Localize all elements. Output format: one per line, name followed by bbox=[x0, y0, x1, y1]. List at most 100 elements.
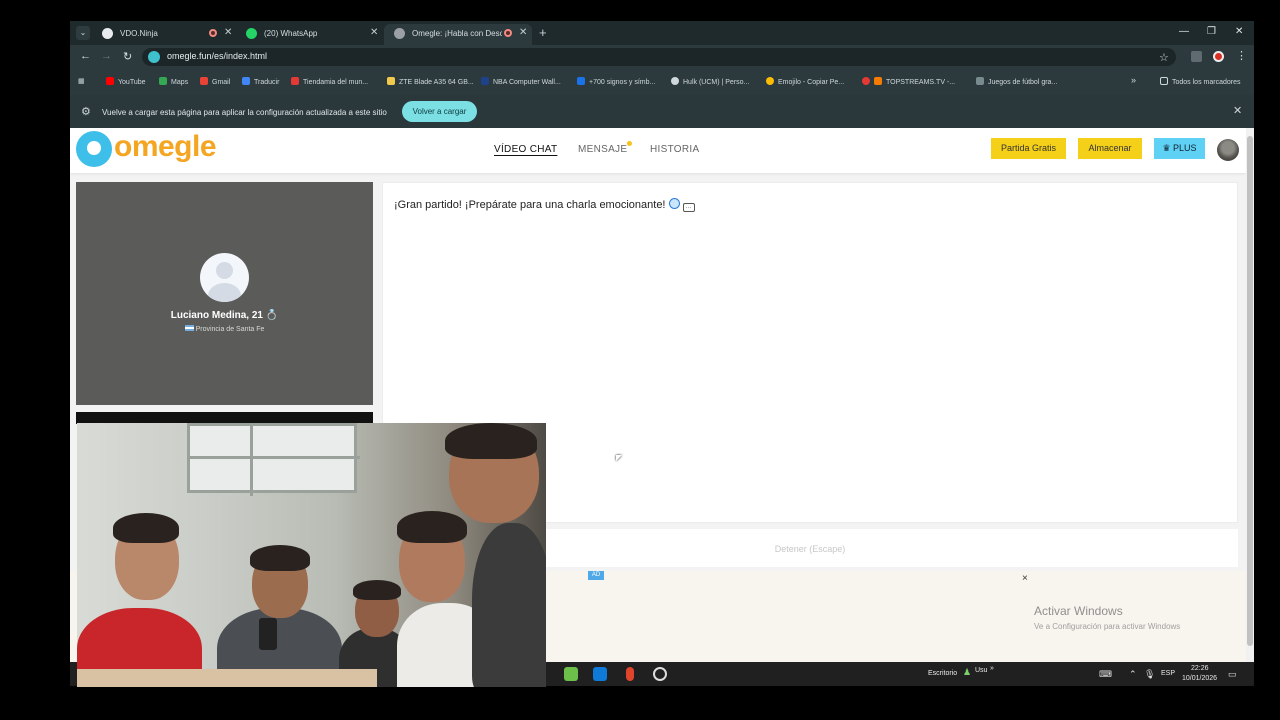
omegle-logo-icon[interactable] bbox=[76, 131, 112, 167]
bookmark-hulk[interactable]: Hulk (UCM) | Perso... bbox=[671, 77, 749, 86]
partner-avatar-icon bbox=[200, 253, 249, 302]
bookmark-tiendamia[interactable]: Tiendamia del mun... bbox=[291, 77, 368, 86]
new-tab-icon[interactable]: + bbox=[539, 25, 547, 40]
microphone-icon[interactable]: 🎙 bbox=[1144, 669, 1155, 680]
bookmark-futbol[interactable]: Juegos de fútbol gra... bbox=[976, 77, 1057, 86]
site-info-icon[interactable] bbox=[148, 51, 160, 63]
close-tab-icon[interactable]: ✕ bbox=[519, 27, 527, 38]
notification-icon[interactable]: ▭ bbox=[1228, 669, 1237, 680]
nba-icon bbox=[481, 77, 489, 85]
reload-page-button[interactable]: Volver a cargar bbox=[402, 101, 477, 122]
bookmark-label: NBA Computer Wall... bbox=[493, 79, 561, 86]
browser-toolbar: ← → ↻ omegle.fun/es/index.html ☆ ⋮ bbox=[70, 45, 1254, 69]
tray-chevron-icon[interactable]: ⌃ bbox=[1129, 669, 1137, 680]
ad-badge: AD bbox=[588, 571, 604, 580]
chat-message: ¡Gran partido! ¡Prepárate para una charl… bbox=[394, 198, 695, 212]
language-indicator[interactable]: ESP bbox=[1161, 670, 1175, 677]
zte-icon bbox=[387, 77, 395, 85]
bookmark-star-icon[interactable]: ☆ bbox=[1159, 51, 1169, 64]
topstreams-logo-icon bbox=[874, 77, 882, 85]
forward-icon[interactable]: → bbox=[101, 50, 112, 62]
partner-location: Provincia de Santa Fe bbox=[76, 325, 373, 333]
extensions-icon[interactable] bbox=[1191, 51, 1202, 62]
back-icon[interactable]: ← bbox=[80, 50, 91, 62]
bookmark-emojilo[interactable]: Emojilo - Copiar Pe... bbox=[766, 77, 844, 86]
bookmark-nba[interactable]: NBA Computer Wall... bbox=[481, 77, 561, 86]
restore-icon[interactable]: ❐ bbox=[1207, 26, 1216, 37]
taskbar-obs-icon[interactable] bbox=[653, 667, 667, 681]
close-window-icon[interactable]: ✕ bbox=[1235, 26, 1243, 37]
user-toolbar-label[interactable]: Usu bbox=[975, 667, 987, 674]
nav-video-chat[interactable]: VÍDEO CHAT bbox=[494, 144, 557, 155]
bookmarks-bar: ▦ YouTube Maps Gmail Traducir Tiendamia … bbox=[70, 69, 1254, 95]
webcam-person-hair bbox=[445, 423, 537, 459]
scrollbar-thumb[interactable] bbox=[1247, 136, 1253, 646]
close-tab-icon[interactable]: ✕ bbox=[224, 27, 232, 38]
address-bar[interactable]: omegle.fun/es/index.html bbox=[142, 48, 1176, 66]
toolbar-overflow-icon[interactable]: » bbox=[990, 665, 994, 672]
tab-whatsapp[interactable]: (20) WhatsApp ✕ bbox=[236, 24, 382, 45]
bookmark-gmail[interactable]: Gmail bbox=[200, 77, 230, 86]
taskbar-mic-icon[interactable] bbox=[626, 667, 634, 681]
webcam-person-hair bbox=[397, 511, 467, 543]
hulk-icon bbox=[671, 77, 679, 85]
tab-title: (20) WhatsApp bbox=[264, 29, 318, 38]
bookmark-label: Gmail bbox=[212, 79, 231, 86]
reload-icon[interactable]: ↻ bbox=[123, 50, 132, 63]
close-tab-icon[interactable]: ✕ bbox=[370, 27, 378, 38]
plus-button[interactable]: ♛ PLUS bbox=[1154, 138, 1205, 159]
clock-time[interactable]: 22:26 bbox=[1191, 665, 1209, 672]
desktop-toolbar-label[interactable]: Escritorio bbox=[928, 670, 957, 677]
bookmark-label: +700 signos y símb... bbox=[589, 79, 656, 86]
argentina-flag-icon bbox=[184, 325, 194, 331]
menu-kebab-icon[interactable]: ⋮ bbox=[1236, 49, 1247, 62]
clock-date[interactable]: 10/01/2026 bbox=[1182, 675, 1217, 682]
speech-bubble-icon: … bbox=[682, 203, 695, 212]
bookmark-youtube[interactable]: YouTube bbox=[106, 77, 146, 86]
bookmarks-overflow-icon[interactable]: » bbox=[1131, 75, 1136, 85]
ad-close-icon[interactable]: × bbox=[1022, 573, 1028, 584]
bookmark-topstreams[interactable]: TOPSTREAMS.TV -... bbox=[862, 77, 955, 86]
webcam-person-hair bbox=[353, 580, 401, 600]
keyboard-icon[interactable]: ⌨ bbox=[1099, 669, 1112, 680]
whatsapp-favicon-icon bbox=[246, 28, 257, 39]
taskbar-store-icon[interactable] bbox=[593, 667, 607, 681]
page-scrollbar[interactable] bbox=[1246, 128, 1254, 662]
bookmark-signos[interactable]: +700 signos y símb... bbox=[577, 77, 655, 86]
webcam-person-hair bbox=[113, 513, 179, 543]
globe-favicon-icon bbox=[394, 28, 405, 39]
tab-omegle[interactable]: Omegle: ¡Habla con Descon ✕ bbox=[384, 24, 532, 45]
bookmark-label: Emojilo - Copiar Pe... bbox=[778, 79, 845, 86]
topstreams-icon bbox=[862, 77, 870, 85]
notification-dot bbox=[627, 141, 632, 146]
folder-icon bbox=[1160, 77, 1168, 85]
tab-vdo-ninja[interactable]: VDO.Ninja ✕ bbox=[92, 24, 234, 45]
apps-grid-icon[interactable]: ▦ bbox=[78, 77, 85, 85]
webcam-table bbox=[77, 669, 377, 687]
minimize-icon[interactable]: — bbox=[1179, 26, 1189, 37]
bookmark-maps[interactable]: Maps bbox=[159, 77, 188, 86]
infobar-close-icon[interactable]: ✕ bbox=[1233, 104, 1242, 117]
recording-icon bbox=[209, 29, 217, 37]
bookmark-zte[interactable]: ZTE Blade A35 64 GB... bbox=[387, 77, 474, 86]
partner-name: Luciano Medina, 21 💍 bbox=[76, 310, 373, 321]
maps-icon bbox=[159, 77, 167, 85]
profile-icon[interactable] bbox=[1213, 51, 1224, 62]
vdo-ninja-favicon-icon bbox=[102, 28, 113, 39]
free-match-button[interactable]: Partida Gratis bbox=[991, 138, 1066, 159]
activation-watermark-subtitle: Ve a Configuración para activar Windows bbox=[1034, 622, 1181, 631]
ring-icon: 💍 bbox=[265, 310, 279, 321]
nav-historia[interactable]: HISTORIA bbox=[650, 144, 699, 155]
bookmark-label: Maps bbox=[171, 79, 189, 86]
taskbar-app-icon[interactable] bbox=[564, 667, 578, 681]
store-button[interactable]: Almacenar bbox=[1078, 138, 1142, 159]
user-avatar[interactable] bbox=[1217, 139, 1239, 161]
omegle-logo-text[interactable]: omegle bbox=[114, 130, 217, 164]
tab-search-icon[interactable]: ⌄ bbox=[76, 26, 90, 40]
globe-emoji-icon bbox=[668, 198, 680, 209]
nav-mensaje[interactable]: MENSAJE bbox=[578, 144, 627, 155]
all-bookmarks[interactable]: Todos los marcadores bbox=[1160, 77, 1240, 86]
url-text[interactable]: omegle.fun/es/index.html bbox=[167, 51, 267, 61]
bookmark-traducir[interactable]: Traducir bbox=[242, 77, 279, 86]
bookmark-label: Tiendamia del mun... bbox=[303, 79, 369, 86]
